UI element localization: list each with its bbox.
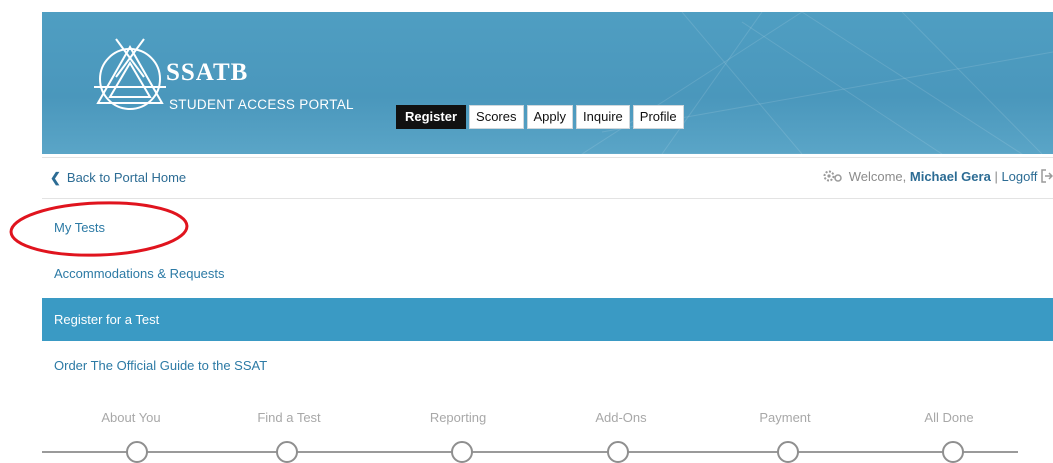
logout-icon[interactable] [1041,169,1053,183]
step-label-reporting: Reporting [429,410,487,425]
progress-line [963,451,1018,453]
step-circle-all-done[interactable] [942,441,964,463]
sub-navigation-bar: ❮ Back to Portal Home Welcome, Michael Ge… [42,157,1053,199]
tab-apply[interactable]: Apply [526,105,574,129]
chevron-left-icon: ❮ [50,170,61,185]
brand-name: SSATB [166,59,249,86]
step-circle-add-ons[interactable] [607,441,629,463]
registration-progress-steps: About You Find a Test Reporting Add-Ons … [0,400,1053,463]
step-label-payment: Payment [759,410,811,425]
user-name-link[interactable]: Michael Gera [910,169,991,184]
menu-item-register-for-test[interactable]: Register for a Test [42,298,1053,341]
step-label-about-you: About You [101,410,161,425]
tab-register[interactable]: Register [396,105,467,129]
brand-subtitle: STUDENT ACCESS PORTAL [169,97,354,112]
menu-item-order-guide[interactable]: Order The Official Guide to the SSAT [54,358,267,373]
portal-header: SSATB STUDENT ACCESS PORTAL Register Sco… [42,12,1053,154]
step-circle-about-you[interactable] [126,441,148,463]
welcome-area: Welcome, Michael Gera | Logoff [823,169,1053,184]
gear-icon[interactable] [823,169,845,183]
logoff-link[interactable]: Logoff [1001,169,1037,184]
back-to-portal-link[interactable]: ❮ Back to Portal Home [50,170,186,186]
progress-line [628,451,778,453]
step-circle-reporting[interactable] [451,441,473,463]
step-label-all-done: All Done [924,410,974,425]
step-label-add-ons: Add-Ons [595,410,647,425]
ssatb-logo-icon [94,38,166,110]
back-link-label: Back to Portal Home [66,170,187,185]
step-circle-payment[interactable] [777,441,799,463]
step-circle-find-a-test[interactable] [276,441,298,463]
register-for-test-label: Register for a Test [54,312,160,327]
progress-line [42,451,127,453]
top-navigation: Register Scores Apply Inquire Profile [396,105,684,129]
tab-inquire[interactable]: Inquire [576,105,630,129]
welcome-prefix: Welcome, [848,169,907,184]
menu-item-accommodations[interactable]: Accommodations & Requests [54,266,225,281]
progress-line [147,451,277,453]
progress-line [297,451,452,453]
tab-scores[interactable]: Scores [469,105,524,129]
progress-line [798,451,943,453]
step-label-find-a-test: Find a Test [257,410,321,425]
welcome-separator: | [994,169,998,184]
progress-line [472,451,608,453]
tab-profile[interactable]: Profile [632,105,684,129]
red-highlight-circle [9,201,189,257]
